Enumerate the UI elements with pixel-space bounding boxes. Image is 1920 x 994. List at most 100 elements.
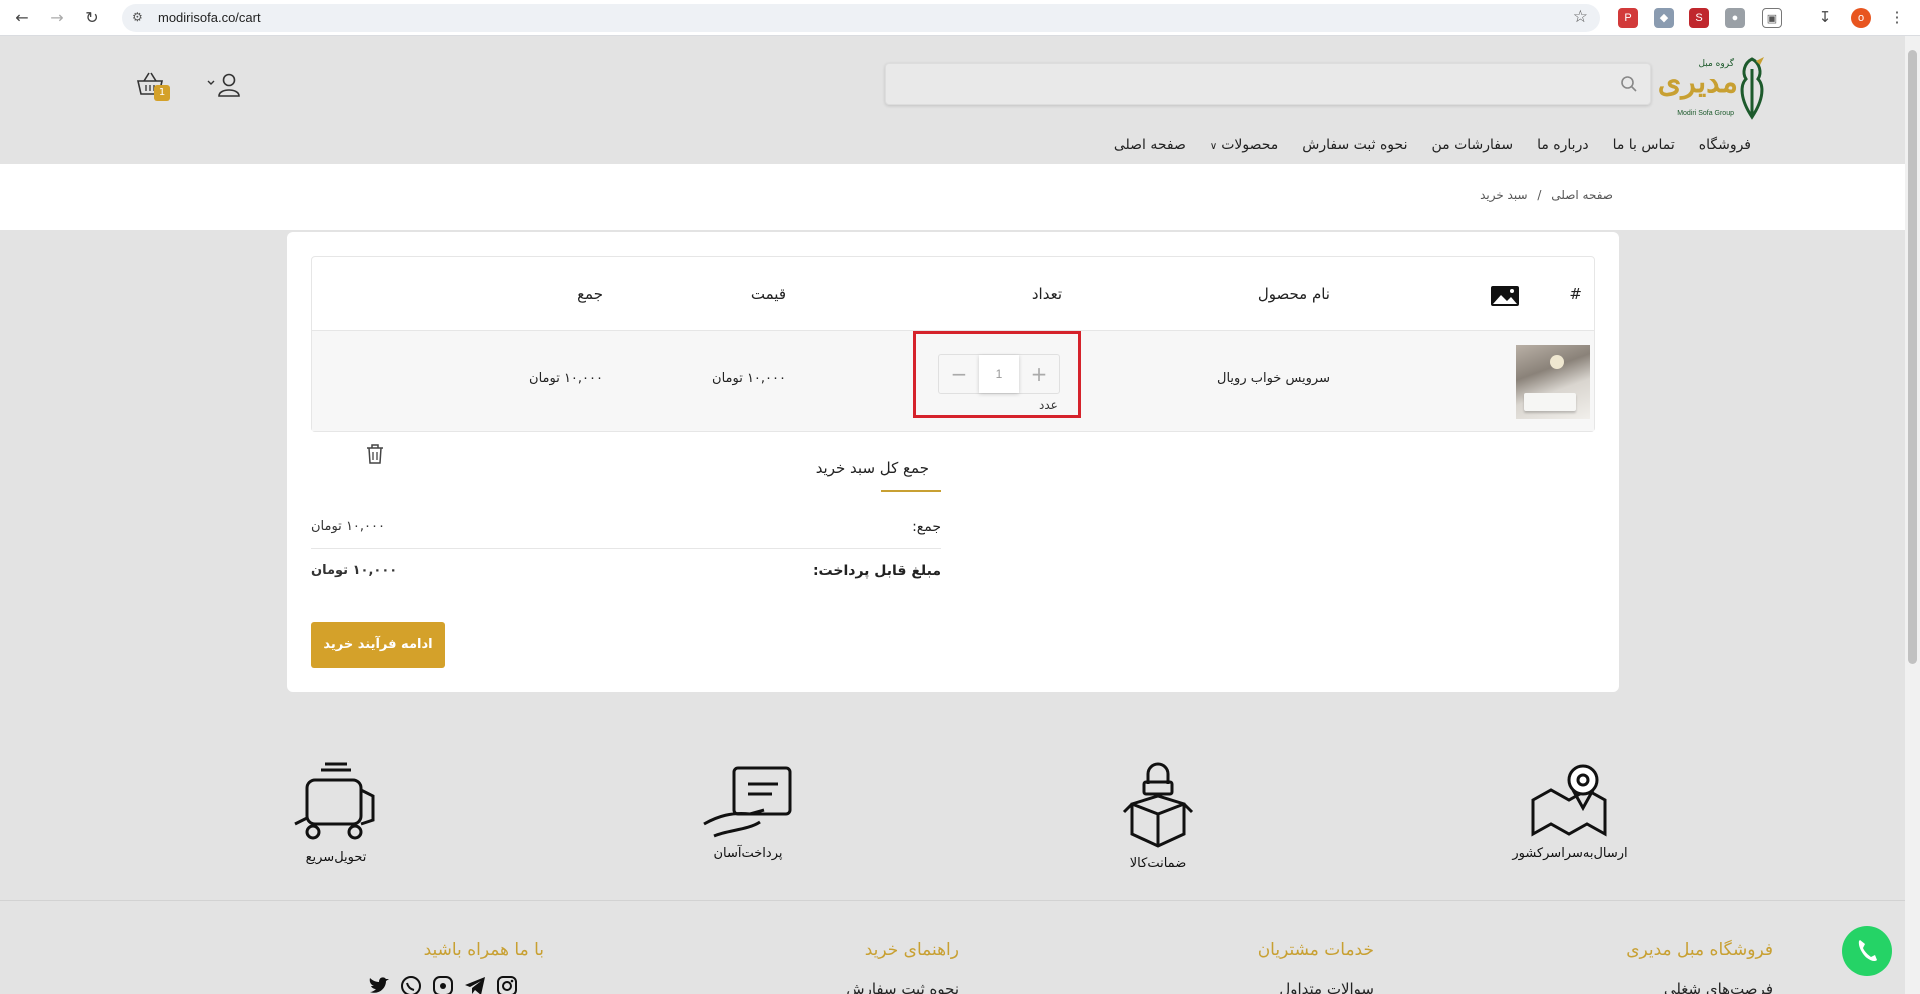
trash-icon[interactable]	[366, 444, 384, 464]
subtotal-label: جمع:	[912, 519, 941, 535]
extension-shield-icon[interactable]: ◆	[1654, 8, 1674, 28]
twitter-icon[interactable]	[368, 975, 390, 994]
cart-table: # نام محصول تعداد قیمت جمع ۱ سرویس خواب …	[311, 256, 1595, 464]
breadcrumb-separator: /	[1537, 188, 1542, 202]
feature-easy-payment: پرداخت‌آسان	[668, 760, 828, 870]
delivery-icon	[294, 762, 375, 840]
payable-row: مبلغ قابل پرداخت: ۱۰,۰۰۰ تومان	[311, 551, 941, 593]
payable-label: مبلغ قابل پرداخت:	[812, 563, 941, 579]
footer-link-faq[interactable]: سوالات متداول	[1279, 980, 1374, 994]
nav-home[interactable]: صفحه اصلی	[1102, 137, 1198, 159]
summary-underline	[881, 490, 941, 492]
feature-label: ضمانت‌کالا	[1129, 856, 1187, 871]
product-name[interactable]: سرویس خواب رویال	[1217, 371, 1330, 386]
footer-divider	[0, 900, 1905, 901]
cart-count-badge: 1	[154, 85, 170, 101]
logo-bird-icon	[1740, 57, 1764, 120]
site-info-icon[interactable]: ⚙	[132, 10, 143, 24]
download-icon[interactable]: ↧	[1815, 8, 1835, 28]
checkout-button[interactable]: ادامه فرآیند خرید	[311, 622, 445, 668]
quantity-unit: عدد	[1039, 398, 1058, 412]
url-text[interactable]: modirisofa.co/cart	[158, 10, 261, 25]
summary-title: جمع کل سبد خرید	[815, 459, 929, 477]
nav-products[interactable]: محصولات∨	[1198, 137, 1290, 159]
box-lock-icon	[1122, 762, 1194, 848]
footer-title-follow: با ما همراه باشید	[423, 940, 544, 960]
col-price: قیمت	[750, 285, 786, 303]
search-input[interactable]	[886, 64, 1650, 104]
feature-nationwide-shipping: ارسال‌به‌سراسرکشور	[1490, 760, 1650, 870]
nav-contact[interactable]: تماس با ما	[1601, 137, 1687, 159]
footer-title-guide: راهنمای خرید	[864, 940, 959, 960]
social-links	[368, 975, 532, 994]
map-pin-icon	[1531, 764, 1607, 837]
reload-icon[interactable]: ↻	[80, 6, 104, 30]
col-index: #	[1569, 285, 1582, 303]
search-icon[interactable]	[1620, 75, 1638, 93]
feature-label: تحویل‌سریع	[305, 850, 367, 865]
feature-fast-delivery: تحویل‌سریع	[256, 760, 416, 870]
col-product-name: نام محصول	[1257, 285, 1330, 303]
col-total: جمع	[577, 285, 603, 303]
image-column-icon	[1491, 286, 1519, 306]
nav-shop[interactable]: فروشگاه	[1687, 137, 1763, 159]
chevron-down-icon: ∨	[1209, 141, 1218, 152]
profile-avatar[interactable]: o	[1851, 8, 1871, 28]
logo[interactable]: گروه مبل مدیری Modiri Sofa Group	[1657, 49, 1772, 123]
nav-products-label: محصولات	[1221, 137, 1279, 153]
cart-card: # نام محصول تعداد قیمت جمع ۱ سرویس خواب …	[287, 232, 1619, 692]
decrease-button[interactable]: −	[939, 355, 979, 393]
telegram-icon[interactable]	[464, 975, 486, 994]
increase-button[interactable]: +	[1019, 355, 1059, 393]
browser-toolbar: ← → ↻ ⚙ modirisofa.co/cart ☆ P ◆ S ● ▣ ↧…	[0, 0, 1920, 36]
nav-about[interactable]: درباره ما	[1525, 137, 1600, 159]
hand-card-icon	[703, 766, 792, 838]
nav-how-to-order[interactable]: نحوه ثبت سفارش	[1290, 137, 1419, 159]
logo-text: مدیری	[1657, 65, 1738, 100]
page-scrollbar[interactable]	[1905, 36, 1920, 994]
main-nav: صفحه اصلی محصولات∨ نحوه ثبت سفارش سفارشا…	[1102, 137, 1763, 159]
breadcrumb: صفحه اصلی / سبد خرید	[1477, 188, 1616, 202]
browser-menu-icon[interactable]: ⋮	[1887, 8, 1907, 28]
feature-guarantee: ضمانت‌کالا	[1078, 760, 1238, 871]
aparat-icon[interactable]	[432, 975, 454, 994]
back-icon[interactable]: ←	[10, 6, 34, 30]
table-header: # نام محصول تعداد قیمت جمع	[312, 257, 1594, 331]
user-icon[interactable]	[207, 72, 241, 98]
feature-label: پرداخت‌آسان	[713, 846, 783, 861]
footer-link-jobs[interactable]: فرصت‌های شغلی	[1664, 980, 1773, 994]
quantity-input[interactable]	[979, 355, 1019, 393]
nav-my-orders[interactable]: سفارشات من	[1419, 137, 1525, 159]
payable-value: ۱۰,۰۰۰ تومان	[311, 563, 398, 578]
footer-title-services: خدمات مشتریان	[1257, 940, 1374, 960]
product-thumbnail[interactable]	[1516, 345, 1590, 419]
site-header: گروه مبل مدیری Modiri Sofa Group 1 صفحه …	[0, 41, 1905, 164]
extension-p-icon[interactable]: P	[1618, 8, 1638, 28]
instagram-icon[interactable]	[496, 975, 518, 994]
whatsapp-icon[interactable]	[400, 975, 422, 994]
extension-camera-icon[interactable]: ●	[1725, 8, 1745, 28]
product-total: ۱۰,۰۰۰ تومان	[529, 371, 603, 386]
search-box[interactable]	[885, 63, 1651, 105]
subtotal-value: ۱۰,۰۰۰ تومان	[311, 519, 385, 534]
scrollbar-thumb[interactable]	[1908, 50, 1917, 664]
address-bar[interactable]: ⚙ modirisofa.co/cart ☆	[122, 4, 1600, 32]
forward-icon[interactable]: →	[45, 6, 69, 30]
phone-icon	[1858, 940, 1877, 962]
subtotal-row: جمع: ۱۰,۰۰۰ تومان	[311, 507, 941, 549]
bookmark-star-icon[interactable]: ☆	[1573, 7, 1588, 27]
features-strip: ارسال‌به‌سراسرکشور ضمانت‌کالا پرداخت‌آسا…	[0, 710, 1905, 900]
breadcrumb-home[interactable]: صفحه اصلی	[1551, 188, 1613, 202]
breadcrumb-current: سبد خرید	[1480, 188, 1528, 202]
footer-title-store: فروشگاه مبل مدیری	[1626, 940, 1773, 960]
cart-button[interactable]: 1	[136, 71, 172, 103]
quantity-stepper[interactable]: − +	[938, 354, 1060, 394]
extensions-puzzle-icon[interactable]: ▣	[1762, 8, 1782, 28]
logo-subtitle: Modiri Sofa Group	[1677, 110, 1734, 117]
account-menu[interactable]	[207, 72, 241, 98]
footer-link-how-to-order[interactable]: نحوه ثبت سفارش	[846, 980, 959, 994]
feature-label: ارسال‌به‌سراسرکشور	[1512, 846, 1628, 861]
whatsapp-float-button[interactable]	[1842, 926, 1892, 976]
product-price: ۱۰,۰۰۰ تومان	[712, 371, 786, 386]
extension-s-icon[interactable]: S	[1689, 8, 1709, 28]
